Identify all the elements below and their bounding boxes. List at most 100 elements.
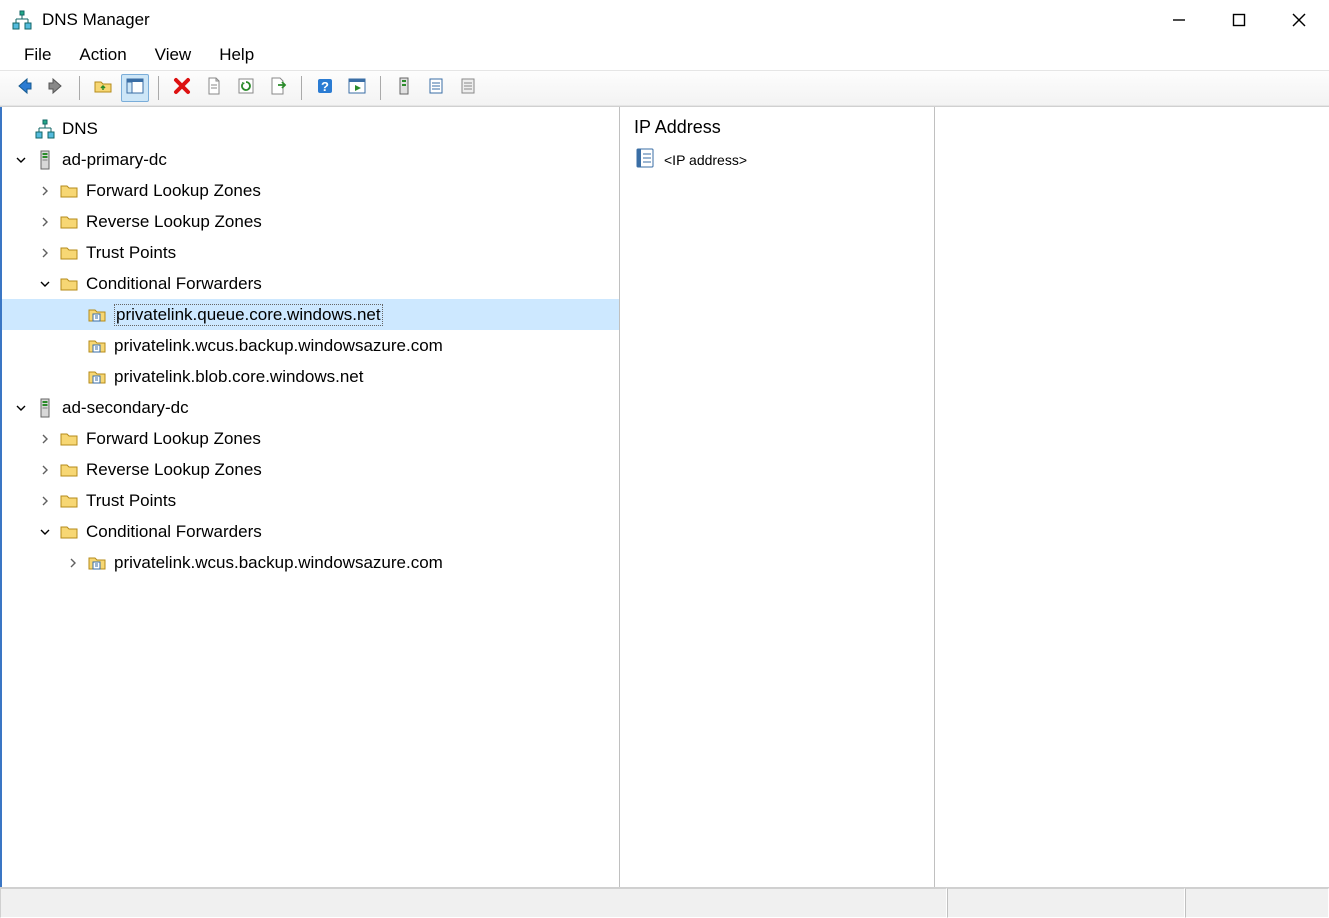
detail-item[interactable]: <IP address> <box>632 144 922 175</box>
tree-node-label: ad-secondary-dc <box>62 398 189 418</box>
dns-manager-icon <box>12 10 32 30</box>
menu-action[interactable]: Action <box>65 42 140 68</box>
detail-item-label: <IP address> <box>664 152 747 168</box>
toolbar-separator <box>380 76 381 100</box>
expand-icon[interactable] <box>36 213 54 231</box>
expand-icon[interactable] <box>36 461 54 479</box>
page-icon <box>204 76 224 101</box>
tree-node-label: Conditional Forwarders <box>86 274 262 294</box>
help-icon: ? <box>315 76 335 101</box>
toolbar-separator <box>158 76 159 100</box>
status-cell <box>1185 888 1329 918</box>
status-cell <box>947 888 1185 918</box>
tree-node-label: Conditional Forwarders <box>86 522 262 542</box>
tree-node-label: Forward Lookup Zones <box>86 429 261 449</box>
main-area: DNS ad-primary-dc Forward Lookup Zones Reve… <box>0 106 1329 888</box>
tree-node[interactable]: privatelink.blob.core.windows.net <box>2 361 619 392</box>
delete-button[interactable] <box>168 74 196 102</box>
server-a-button[interactable] <box>390 74 418 102</box>
delete-icon <box>172 76 192 101</box>
server-a-icon <box>394 76 414 101</box>
show-hide-tree-button[interactable] <box>121 74 149 102</box>
tree-node[interactable]: privatelink.wcus.backup.windowsazure.com <box>2 330 619 361</box>
tree-node-label: ad-primary-dc <box>62 150 167 170</box>
status-cell <box>0 888 947 918</box>
toolbar-separator <box>79 76 80 100</box>
forward-button[interactable] <box>42 74 70 102</box>
tree-node[interactable]: privatelink.queue.core.windows.net <box>2 299 619 330</box>
tree-node-label: Trust Points <box>86 491 176 511</box>
tree-root-label: DNS <box>62 119 98 139</box>
collapse-icon[interactable] <box>36 523 54 541</box>
tree-node[interactable]: Reverse Lookup Zones <box>2 454 619 485</box>
tree-node[interactable]: ad-secondary-dc <box>2 392 619 423</box>
tree-node-label: Forward Lookup Zones <box>86 181 261 201</box>
record-icon <box>634 147 656 172</box>
folder-icon <box>58 242 80 264</box>
refresh-icon <box>236 76 256 101</box>
maximize-button[interactable] <box>1209 0 1269 40</box>
collapse-icon[interactable] <box>12 399 30 417</box>
tree-pane[interactable]: DNS ad-primary-dc Forward Lookup Zones Reve… <box>2 107 620 887</box>
menu-view[interactable]: View <box>141 42 206 68</box>
refresh-button[interactable] <box>232 74 260 102</box>
expand-icon[interactable] <box>64 554 82 572</box>
window-title: DNS Manager <box>42 10 1149 30</box>
expand-icon[interactable] <box>36 182 54 200</box>
server-b-button[interactable] <box>422 74 450 102</box>
titlebar: DNS Manager <box>0 0 1329 40</box>
launch-nslookup-button[interactable] <box>343 74 371 102</box>
tree-node[interactable]: Trust Points <box>2 237 619 268</box>
server-c-button[interactable] <box>454 74 482 102</box>
tree-node-label: privatelink.wcus.backup.windowsazure.com <box>114 553 443 573</box>
properties-button[interactable] <box>200 74 228 102</box>
tree-root[interactable]: DNS <box>2 113 619 144</box>
menu-file[interactable]: File <box>10 42 65 68</box>
forwarder-icon <box>86 304 108 326</box>
tree-node[interactable]: ad-primary-dc <box>2 144 619 175</box>
tree-node-label: privatelink.blob.core.windows.net <box>114 367 363 387</box>
tree-node-label: Trust Points <box>86 243 176 263</box>
collapse-icon[interactable] <box>12 151 30 169</box>
expand-icon[interactable] <box>36 430 54 448</box>
export-icon <box>268 76 288 101</box>
menu-help[interactable]: Help <box>205 42 268 68</box>
svg-text:?: ? <box>321 79 329 94</box>
server-icon <box>34 397 56 419</box>
folder-icon <box>58 521 80 543</box>
window-play-icon <box>347 76 367 101</box>
close-button[interactable] <box>1269 0 1329 40</box>
tree-node[interactable]: Forward Lookup Zones <box>2 175 619 206</box>
help-button[interactable]: ? <box>311 74 339 102</box>
expand-icon[interactable] <box>36 244 54 262</box>
tree-node[interactable]: privatelink.wcus.backup.windowsazure.com <box>2 547 619 578</box>
arrow-right-icon <box>46 76 66 101</box>
up-button[interactable] <box>89 74 117 102</box>
collapse-icon[interactable] <box>36 275 54 293</box>
column-header-ip[interactable]: IP Address <box>632 115 922 144</box>
forwarder-icon <box>86 366 108 388</box>
tree-node-label: privatelink.queue.core.windows.net <box>114 304 383 326</box>
back-button[interactable] <box>10 74 38 102</box>
forwarder-icon <box>86 335 108 357</box>
arrow-left-icon <box>14 76 34 101</box>
folder-icon <box>58 490 80 512</box>
tree-node[interactable]: Reverse Lookup Zones <box>2 206 619 237</box>
folder-icon <box>58 180 80 202</box>
window-controls <box>1149 0 1329 40</box>
server-b-icon <box>426 76 446 101</box>
tree-node[interactable]: Trust Points <box>2 485 619 516</box>
folder-icon <box>58 428 80 450</box>
server-icon <box>34 149 56 171</box>
expand-icon[interactable] <box>36 492 54 510</box>
tree-node-label: privatelink.wcus.backup.windowsazure.com <box>114 336 443 356</box>
export-list-button[interactable] <box>264 74 292 102</box>
minimize-button[interactable] <box>1149 0 1209 40</box>
tree-node[interactable]: Conditional Forwarders <box>2 516 619 547</box>
tree-node[interactable]: Forward Lookup Zones <box>2 423 619 454</box>
toolbar: ? <box>0 70 1329 106</box>
folder-icon <box>58 459 80 481</box>
tree-node[interactable]: Conditional Forwarders <box>2 268 619 299</box>
tree-node-label: Reverse Lookup Zones <box>86 460 262 480</box>
folder-icon <box>58 273 80 295</box>
